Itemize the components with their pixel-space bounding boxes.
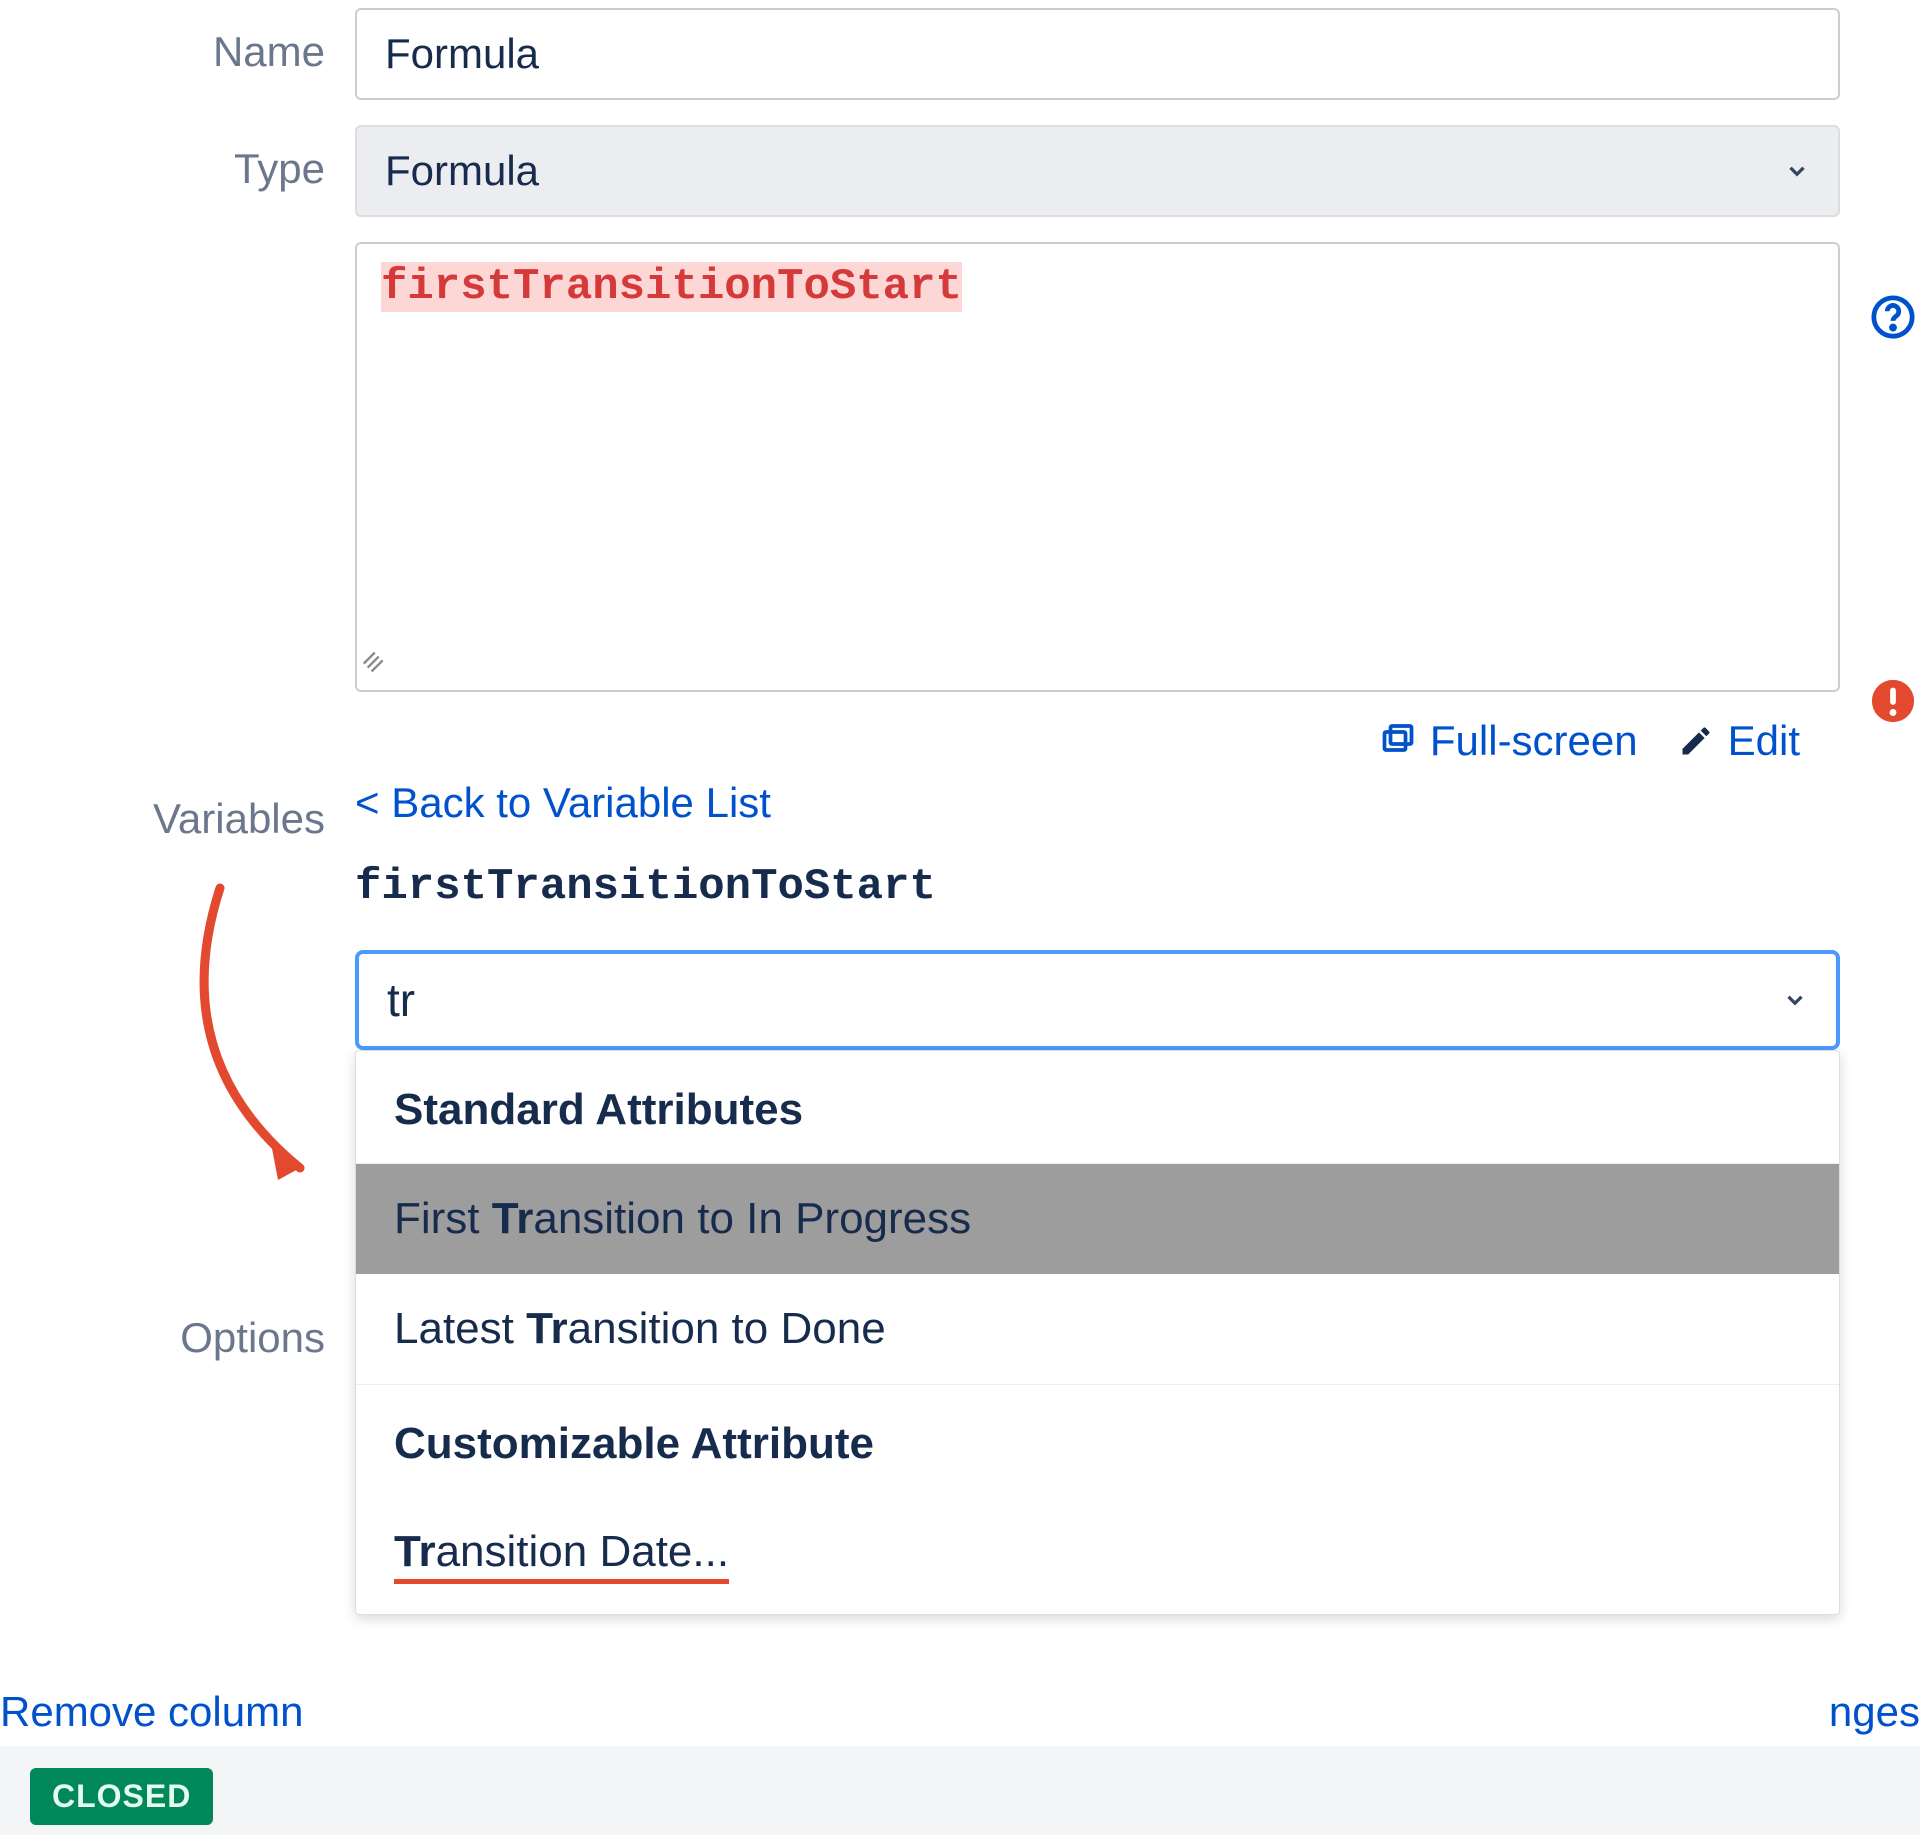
fullscreen-icon: [1380, 723, 1416, 759]
remove-column-link[interactable]: Remove column: [0, 1688, 303, 1736]
dropdown-item-first-transition[interactable]: First Transition to In Progress: [356, 1164, 1839, 1274]
variable-name: firstTransitionToStart: [355, 862, 1880, 912]
error-icon[interactable]: [1870, 678, 1916, 724]
name-input[interactable]: [355, 8, 1840, 100]
dropdown-section-customizable: Customizable Attribute: [356, 1385, 1839, 1497]
pencil-icon: [1678, 723, 1714, 759]
variable-dropdown: Standard Attributes First Transition to …: [355, 1050, 1840, 1615]
chevron-down-icon: [1782, 987, 1808, 1013]
type-value: Formula: [385, 147, 539, 195]
dropdown-section-standard: Standard Attributes: [356, 1051, 1839, 1164]
type-select[interactable]: Formula: [355, 125, 1840, 217]
edit-link[interactable]: Edit: [1678, 717, 1800, 765]
options-label: Options: [0, 1314, 355, 1362]
type-label: Type: [0, 125, 355, 193]
formula-editor[interactable]: firstTransitionToStart ≡: [355, 242, 1840, 692]
status-badge-closed: CLOSED: [30, 1768, 213, 1825]
variable-search-input[interactable]: tr: [355, 950, 1840, 1050]
dropdown-item-transition-date[interactable]: Transition Date...: [356, 1497, 1839, 1614]
fullscreen-link[interactable]: Full-screen: [1380, 717, 1638, 765]
chevron-down-icon: [1784, 158, 1810, 184]
changes-link-fragment[interactable]: nges: [1829, 1688, 1920, 1736]
name-label: Name: [0, 8, 355, 76]
help-icon[interactable]: [1870, 294, 1916, 340]
dropdown-item-latest-transition[interactable]: Latest Transition to Done: [356, 1274, 1839, 1385]
search-value: tr: [387, 973, 415, 1027]
variables-label: Variables: [0, 775, 355, 843]
back-to-variable-list-link[interactable]: < Back to Variable List: [355, 779, 771, 827]
footer-bar: [0, 1746, 1920, 1835]
formula-token: firstTransitionToStart: [381, 262, 962, 312]
resize-handle-icon[interactable]: ≡: [355, 644, 395, 684]
